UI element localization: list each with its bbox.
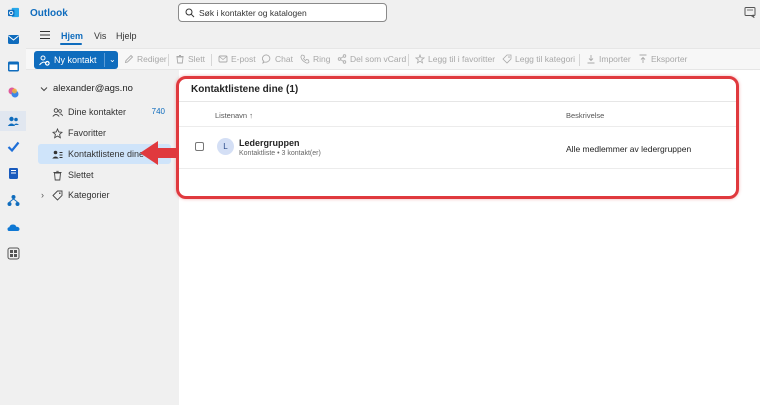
tag-icon (502, 54, 512, 64)
nav-item-your-contacts[interactable]: Dine kontakter 740 (38, 102, 171, 122)
tag-icon (52, 190, 63, 201)
app-title: Outlook (30, 8, 68, 19)
ribbon-toolbar: Ny kontakt ⌄ Rediger Slett E-post Chat R… (26, 48, 760, 70)
mail-icon[interactable] (6, 32, 20, 46)
tab-hjelp[interactable]: Hjelp (116, 31, 137, 41)
app-rail (0, 25, 26, 405)
new-contact-button[interactable]: Ny kontakt ⌄ (34, 51, 118, 69)
export-icon (639, 54, 647, 63)
nav-item-categories[interactable]: › Kategorier (38, 185, 171, 205)
phone-icon (300, 54, 310, 64)
annotation-arrow-icon (140, 141, 178, 165)
onedrive-icon[interactable] (6, 220, 20, 234)
star-add-icon (415, 54, 425, 64)
chevron-down-icon[interactable] (40, 85, 48, 93)
chevron-down-icon[interactable]: ⌄ (109, 55, 116, 64)
search-icon (185, 8, 195, 18)
title-bar: Outlook Søk i kontakter og katalogen (0, 0, 760, 25)
annotation-highlight-box (176, 76, 739, 199)
hamburger-menu-icon[interactable] (40, 31, 50, 39)
contact-count-badge: 740 (151, 107, 165, 116)
search-box[interactable]: Søk i kontakter og katalogen (178, 3, 387, 22)
mail-outline-icon (218, 55, 228, 63)
people-outline-icon (52, 107, 63, 117)
nav-item-label: Kategorier (68, 190, 110, 200)
pencil-icon (124, 54, 134, 64)
nav-item-deleted[interactable]: Slettet (38, 165, 171, 185)
people-icon[interactable] (6, 114, 20, 128)
email-button[interactable]: E-post (218, 54, 256, 64)
todo-icon[interactable] (6, 139, 20, 153)
calendar-icon[interactable] (6, 59, 20, 73)
nav-item-label: Slettet (68, 170, 94, 180)
nav-item-label: Kontaktlistene dine (68, 149, 145, 159)
import-button[interactable]: Importer (586, 54, 631, 64)
tab-vis[interactable]: Vis (94, 31, 106, 41)
org-chart-icon[interactable] (6, 193, 20, 207)
copilot-icon[interactable] (6, 85, 20, 99)
edit-button[interactable]: Rediger (124, 54, 167, 64)
toolbar-separator (211, 54, 212, 66)
call-button[interactable]: Ring (300, 54, 330, 64)
contacts-navigation: alexander@ags.no Dine kontakter 740 Favo… (26, 70, 179, 405)
trash-icon (53, 170, 62, 180)
toolbar-separator (168, 54, 169, 66)
chat-button[interactable]: Chat (262, 54, 293, 64)
word-icon[interactable] (6, 166, 20, 180)
active-tab-indicator (60, 43, 82, 45)
star-icon (52, 127, 63, 139)
apps-icon[interactable] (6, 246, 20, 260)
share-vcard-button[interactable]: Del som vCard (337, 54, 406, 64)
export-button[interactable]: Eksporter (638, 54, 687, 64)
search-input[interactable]: Søk i kontakter og katalogen (199, 8, 307, 18)
import-icon (587, 55, 595, 64)
people-list-icon (52, 150, 63, 158)
trash-icon (176, 55, 184, 64)
nav-item-label: Favoritter (68, 128, 107, 138)
split-divider (104, 53, 105, 67)
delete-button[interactable]: Slett (175, 54, 205, 64)
outlook-logo-icon (8, 7, 19, 18)
add-person-icon (39, 55, 50, 66)
nav-item-label: Dine kontakter (68, 107, 127, 117)
chat-icon (262, 54, 271, 64)
account-folder[interactable]: alexander@ags.no (40, 83, 133, 94)
tab-hjem[interactable]: Hjem (61, 31, 83, 41)
toolbar-separator (579, 54, 580, 66)
share-icon (337, 54, 347, 64)
new-contact-label: Ny kontakt (54, 55, 97, 65)
add-category-button[interactable]: Legg til kategori (502, 54, 575, 64)
add-to-favorites-button[interactable]: Legg til i favoritter (415, 54, 495, 64)
chevron-right-icon[interactable]: › (41, 190, 44, 200)
toolbar-separator (408, 54, 409, 66)
notes-icon[interactable] (744, 6, 756, 18)
account-email: alexander@ags.no (53, 83, 133, 94)
